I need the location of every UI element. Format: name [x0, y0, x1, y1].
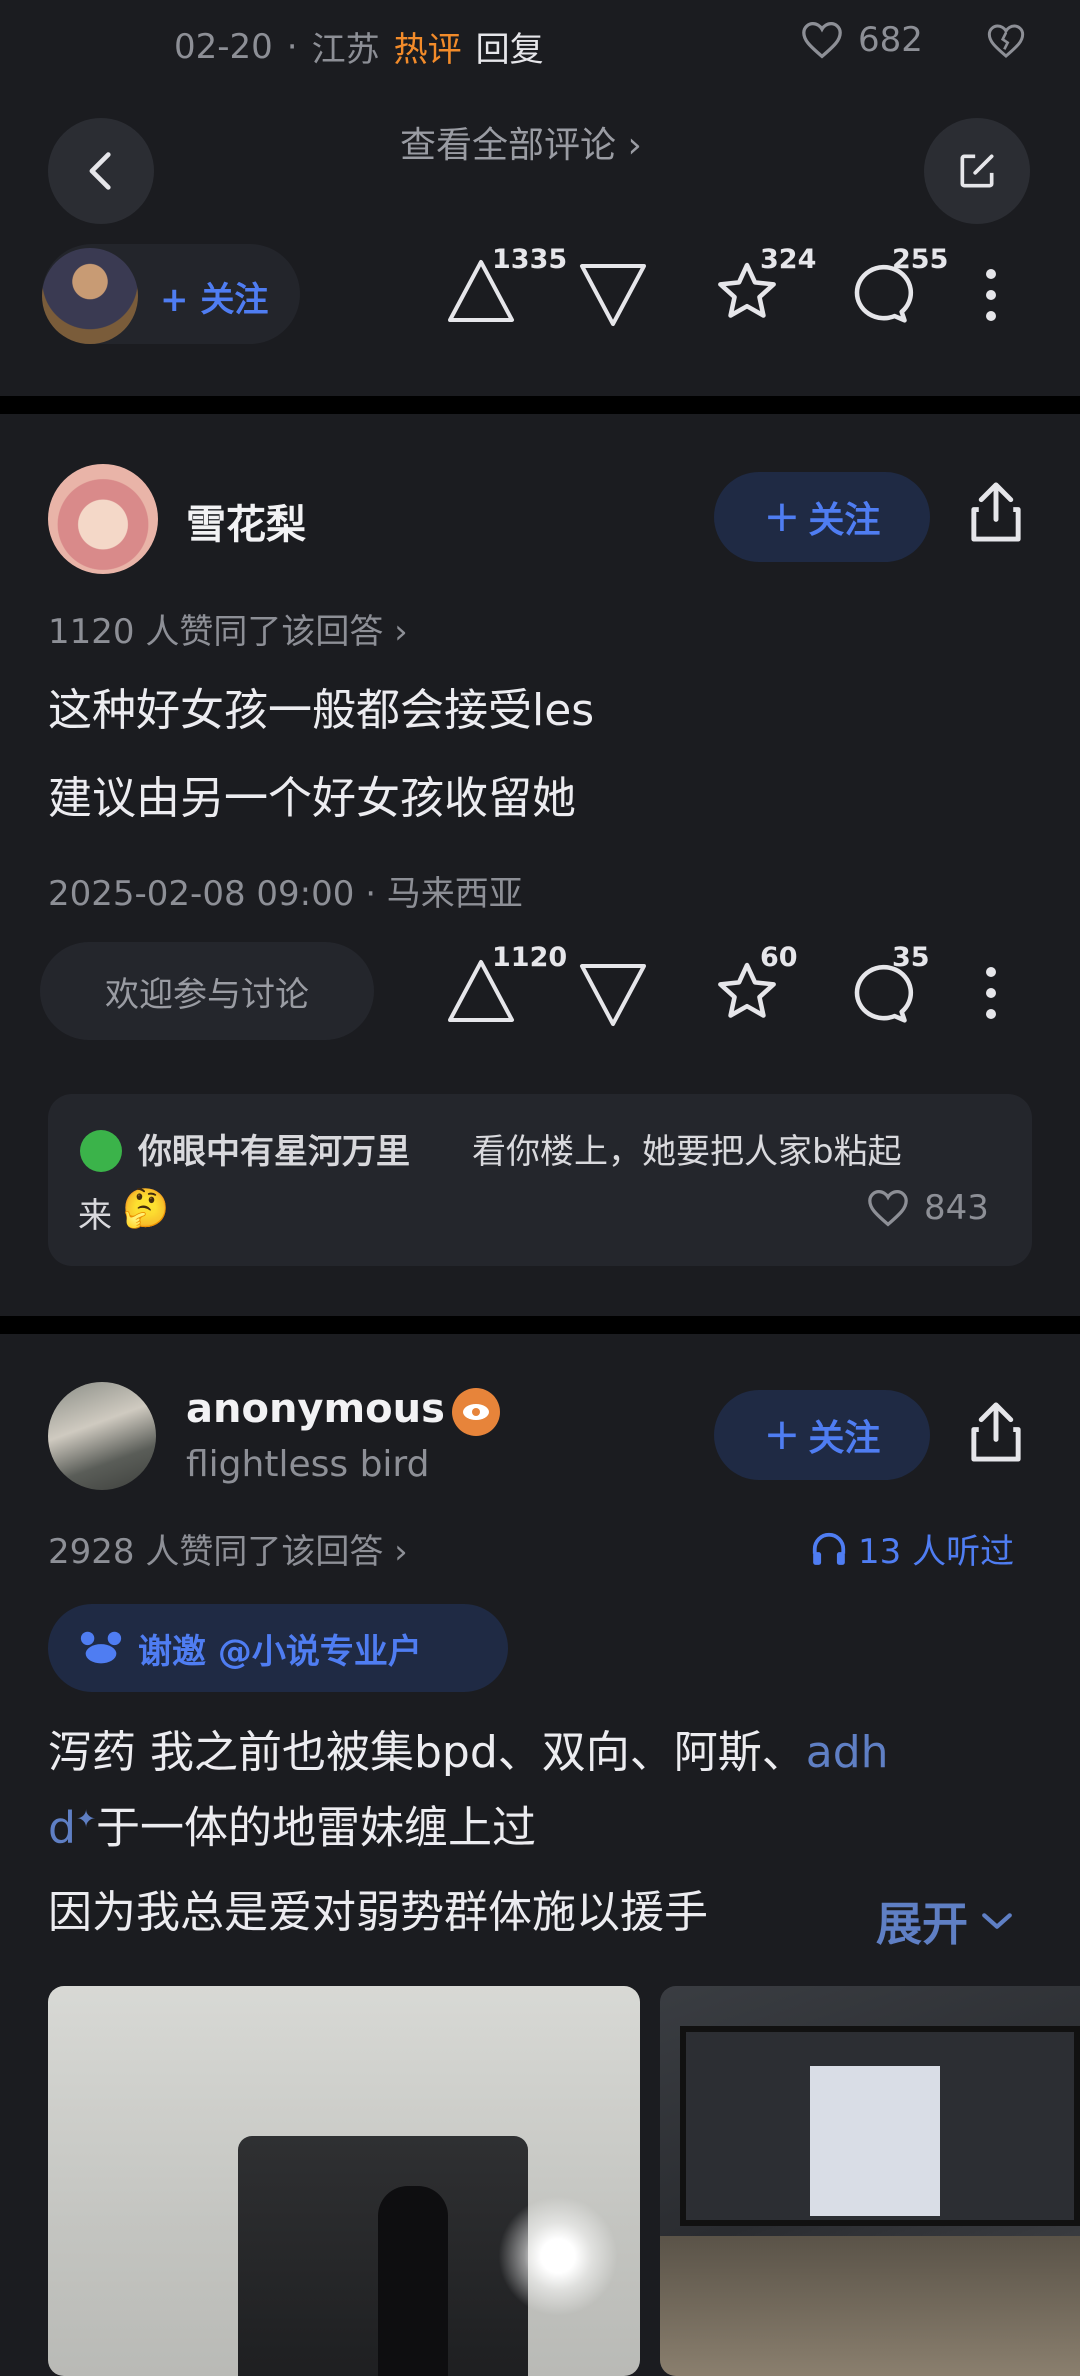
- plus-icon: +: [763, 1409, 801, 1460]
- share-icon: [971, 1402, 1021, 1462]
- answer-photo[interactable]: [660, 1986, 1080, 2376]
- follow-button[interactable]: + 关注: [714, 472, 930, 562]
- reply-link[interactable]: 回复: [476, 22, 544, 71]
- commenter-avatar: [80, 1130, 122, 1172]
- light-glare: [498, 2196, 618, 2316]
- comment-text-1: 看你楼上，她要把人家b粘起: [472, 1132, 902, 1172]
- verified-badge-icon: [452, 1388, 500, 1436]
- comment-like-count: 682: [858, 20, 923, 60]
- back-button[interactable]: [48, 118, 154, 224]
- author-name[interactable]: 雪花梨: [186, 492, 306, 550]
- comment-like-count: 843: [924, 1188, 989, 1228]
- share-button[interactable]: [966, 480, 1026, 544]
- agree-count[interactable]: 2928 人赞同了该回答 ›: [48, 1524, 408, 1573]
- comment-count: 255: [892, 244, 949, 275]
- heart-icon: [868, 1189, 908, 1227]
- headphones-icon: [812, 1532, 846, 1565]
- comment-text-2: 来: [78, 1196, 112, 1236]
- follow-button[interactable]: + 关注: [714, 1390, 930, 1480]
- comment-like[interactable]: 843: [866, 1188, 989, 1228]
- answer-line-1: 泻药 我之前也被集bpd、双向、阿斯、adh: [48, 1727, 889, 1778]
- more-button[interactable]: [984, 268, 998, 322]
- listened-count[interactable]: 13 人听过: [810, 1524, 1014, 1573]
- heart-icon: [802, 21, 842, 59]
- share-button[interactable]: [966, 1400, 1026, 1464]
- answer-line-1: 这种好女孩一般都会接受les: [48, 685, 595, 736]
- author-avatar[interactable]: [48, 464, 158, 574]
- answer-photo[interactable]: [48, 1986, 640, 2376]
- agree-count[interactable]: 1120 人赞同了该回答 ›: [48, 604, 408, 653]
- desk-clutter: [660, 2236, 1080, 2376]
- comment-like[interactable]: 682: [800, 20, 923, 60]
- author-avatar[interactable]: [42, 248, 138, 344]
- edit-icon: [960, 154, 994, 188]
- write-button[interactable]: [924, 118, 1030, 224]
- section-divider: [0, 396, 1080, 414]
- dislike-heart-icon[interactable]: [986, 22, 1026, 60]
- comment-count: 35: [892, 942, 930, 973]
- glossary-link[interactable]: d: [48, 1803, 76, 1854]
- section-divider: [0, 1316, 1080, 1334]
- chevron-down-icon: [982, 1913, 1012, 1929]
- more-vertical-icon: [986, 269, 996, 321]
- share-icon: [971, 482, 1021, 542]
- discussion-input[interactable]: 欢迎参与讨论: [40, 942, 374, 1040]
- more-vertical-icon: [986, 967, 996, 1019]
- author-name[interactable]: anonymous: [186, 1386, 445, 1432]
- answer-line-2: d✦于一体的地雷妹缠上过: [48, 1802, 537, 1854]
- downvote-button[interactable]: [578, 262, 648, 328]
- comment-date: 02-20: [174, 26, 273, 67]
- favorite-count: 60: [760, 942, 798, 973]
- glossary-link[interactable]: adh: [806, 1727, 889, 1778]
- thinking-emoji: 🤔: [122, 1186, 170, 1230]
- monitor-document: [810, 2066, 940, 2216]
- triangle-down-icon: [580, 264, 646, 326]
- upvote-count: 1335: [492, 244, 568, 275]
- downvote-button[interactable]: [578, 962, 648, 1028]
- favorite-count: 324: [760, 244, 817, 275]
- top-comment-box[interactable]: 你眼中有星河万里 看你楼上，她要把人家b粘起 来 🤔 843: [48, 1094, 1032, 1266]
- more-button[interactable]: [984, 966, 998, 1020]
- answer-line-3: 因为我总是爱对弱势群体施以援手: [48, 1887, 708, 1938]
- triangle-down-icon: [580, 964, 646, 1026]
- expand-button[interactable]: 展开: [876, 1888, 1014, 1954]
- comment-meta: 02-20 · 江苏 热评 回复: [174, 22, 544, 71]
- answer-date: 2025-02-08 09:00 · 马来西亚: [48, 874, 523, 914]
- view-all-comments-link[interactable]: 查看全部评论 ›: [400, 116, 642, 168]
- chevron-left-icon: [89, 152, 111, 190]
- plus-icon: +: [763, 491, 801, 542]
- author-bio: flightless bird: [186, 1444, 430, 1485]
- person-silhouette: [378, 2186, 448, 2376]
- author-avatar[interactable]: [48, 1382, 156, 1490]
- invite-crab-icon: [80, 1631, 122, 1664]
- follow-label: + 关注: [160, 280, 269, 320]
- previous-answer-footer: 02-20 · 江苏 热评 回复 682 查看全部评论 › + 关注 1335 …: [0, 0, 1080, 396]
- comment-location: 江苏: [311, 30, 380, 70]
- hot-comment-badge: 热评: [393, 30, 462, 70]
- answer-line-2: 建议由另一个好女孩收留她: [48, 773, 576, 824]
- upvote-count: 1120: [492, 942, 568, 973]
- invitation-tag[interactable]: 谢邀 @小说专业户: [48, 1604, 508, 1692]
- commenter-name[interactable]: 你眼中有星河万里: [138, 1124, 410, 1173]
